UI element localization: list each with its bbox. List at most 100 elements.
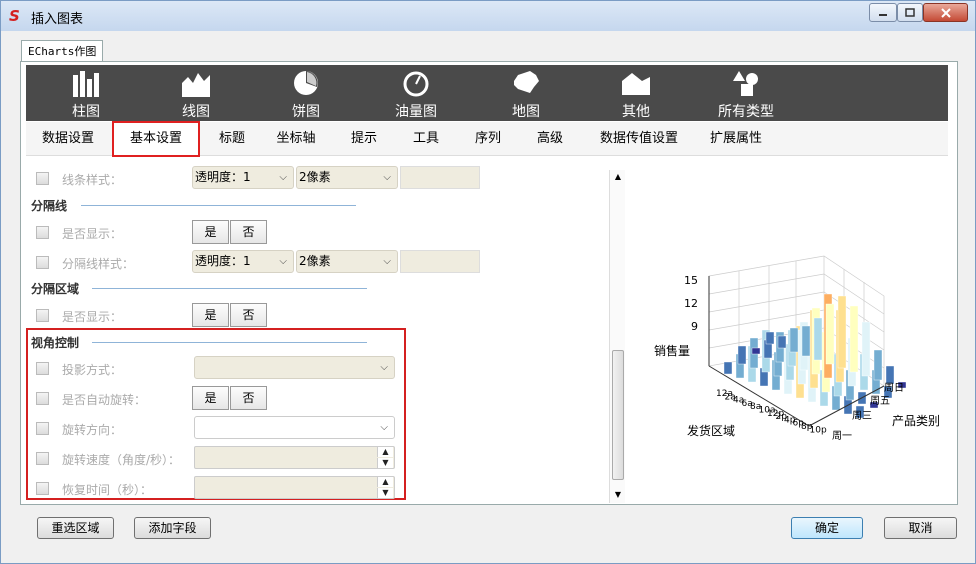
separator-style-row: 分隔线样式： 透明度：1 ⌵ 2像素 ⌵ <box>26 250 586 276</box>
bar <box>849 305 859 373</box>
ok-button[interactable]: 确定 <box>791 517 863 539</box>
tab-data-settings[interactable]: 数据设置 <box>36 122 100 156</box>
bar-chart-icon <box>73 71 99 97</box>
rotate-direction-select[interactable]: ⌵ <box>194 416 395 439</box>
bar <box>801 325 811 357</box>
bar <box>825 303 835 365</box>
line-width-select[interactable]: 2像素 ⌵ <box>296 166 398 189</box>
projection-checkbox[interactable] <box>36 362 49 375</box>
auto-rotate-row: 是否自动旋转： 是 否 <box>26 386 406 412</box>
line-color-field[interactable] <box>400 166 480 189</box>
separator-show-checkbox[interactable] <box>36 226 49 239</box>
rotate-direction-row: 旋转方向： ⌵ <box>26 416 406 442</box>
chart-type-bar-chart[interactable]: 柱图 <box>46 65 126 121</box>
chart-type-line-chart[interactable]: 线图 <box>156 65 236 121</box>
add-field-button[interactable]: 添加字段 <box>134 517 211 539</box>
auto-rotate-no-button[interactable]: 否 <box>230 386 267 410</box>
section-divider <box>92 342 367 343</box>
rotate-direction-checkbox[interactable] <box>36 422 49 435</box>
z-tick: 12 <box>684 297 698 310</box>
separator-width-select[interactable]: 2像素 ⌵ <box>296 250 398 273</box>
view-control-highlight <box>26 328 406 500</box>
cancel-button[interactable]: 取消 <box>884 517 957 539</box>
chart-type-other[interactable]: 其他 <box>596 65 676 121</box>
x-tick: 10p <box>810 425 827 435</box>
stepper-up-icon[interactable]: ▲ <box>377 477 393 487</box>
projection-row: 投影方式： ⌵ <box>26 356 406 382</box>
chevron-down-icon: ⌵ <box>383 172 391 183</box>
chart-type-pie-chart[interactable]: 饼图 <box>266 65 346 121</box>
scrollbar-thumb[interactable] <box>612 350 624 480</box>
z-axis-label: 销售量 <box>654 343 690 358</box>
line-style-checkbox[interactable] <box>36 172 49 185</box>
tab-series[interactable]: 序列 <box>468 122 508 156</box>
close-icon <box>940 7 951 18</box>
tab-data-transfer[interactable]: 数据传值设置 <box>594 122 684 156</box>
z-tick: 15 <box>684 274 698 287</box>
projection-select[interactable]: ⌵ <box>194 356 395 379</box>
separator-show-no-button[interactable]: 否 <box>230 220 267 244</box>
settings-tabs: 数据设置 基本设置 标题 坐标轴 提示 工具 序列 高级 数据传值设置 扩展属性 <box>26 121 948 157</box>
tab-title[interactable]: 标题 <box>210 122 254 156</box>
maximize-button[interactable] <box>897 3 923 22</box>
line-opacity-select[interactable]: 透明度：1 ⌵ <box>192 166 294 189</box>
chevron-down-icon: ⌵ <box>279 172 287 183</box>
bar <box>813 317 823 361</box>
area-show-no-button[interactable]: 否 <box>230 303 267 327</box>
bar <box>737 345 747 365</box>
y-tick: 周日 <box>884 382 904 394</box>
tab-advanced[interactable]: 高级 <box>530 122 570 156</box>
chart-preview: 15 12 9 销售量 周日 周五 周三 周一 产品类别 发货区域 12a 2a 4… <box>634 164 955 502</box>
tab-tools[interactable]: 工具 <box>406 122 446 156</box>
y-tick: 周一 <box>832 430 852 442</box>
shapes-icon <box>733 71 758 96</box>
tab-basic-settings[interactable]: 基本设置 <box>112 121 200 157</box>
stepper-down-icon[interactable]: ▼ <box>377 458 393 468</box>
window-title: 插入图表 <box>31 12 84 27</box>
tab-tooltip[interactable]: 提示 <box>344 122 384 156</box>
app-logo-icon: S <box>9 7 20 25</box>
pie-chart-icon <box>294 71 318 95</box>
stepper-down-icon[interactable]: ▼ <box>377 488 393 498</box>
stepper-up-icon[interactable]: ▲ <box>377 447 393 457</box>
settings-form: 线条样式： 透明度：1 ⌵ 2像素 ⌵ 分隔线 是否显示： 是 否 分隔线样式： 透… <box>26 158 626 502</box>
form-scrollbar[interactable]: ▲ ▼ <box>609 170 625 503</box>
separator-style-checkbox[interactable] <box>36 256 49 269</box>
chart-type-gauge[interactable]: 油量图 <box>376 65 456 121</box>
tab-echarts[interactable]: ECharts作图 <box>21 40 104 62</box>
auto-rotate-yes-button[interactable]: 是 <box>192 386 229 410</box>
chart-type-all[interactable]: 所有类型 <box>706 65 786 121</box>
rotate-speed-stepper[interactable]: ▲ ▼ <box>194 446 395 469</box>
restore-time-checkbox[interactable] <box>36 482 49 495</box>
scroll-up-icon[interactable]: ▲ <box>610 170 626 184</box>
line-style-row: 线条样式： 透明度：1 ⌵ 2像素 ⌵ <box>26 166 586 192</box>
scroll-down-icon[interactable]: ▼ <box>610 488 626 502</box>
separator-show-yes-button[interactable]: 是 <box>192 220 229 244</box>
area-show-yes-button[interactable]: 是 <box>192 303 229 327</box>
line-chart-icon <box>182 73 210 97</box>
y-axis-label: 产品类别 <box>892 414 940 428</box>
separator-color-field[interactable] <box>400 250 480 273</box>
bar3d-preview-chart: 15 12 9 销售量 周日 周五 周三 周一 产品类别 发货区域 12a2a4… <box>654 255 940 442</box>
tab-axis[interactable]: 坐标轴 <box>272 122 320 156</box>
chevron-down-icon: ⌵ <box>380 422 388 433</box>
section-divider <box>92 288 367 289</box>
minimize-button[interactable] <box>869 3 897 22</box>
bar <box>751 347 761 355</box>
map-icon <box>514 71 539 93</box>
chart-type-map[interactable]: 地图 <box>486 65 566 121</box>
close-button[interactable] <box>923 3 968 22</box>
area-show-row: 是否显示： 是 否 <box>26 303 586 329</box>
area-show-checkbox[interactable] <box>36 309 49 322</box>
rotate-speed-checkbox[interactable] <box>36 452 49 465</box>
auto-rotate-checkbox[interactable] <box>36 392 49 405</box>
restore-time-row: 恢复时间（秒）： ▲ ▼ <box>26 476 406 502</box>
reselect-area-button[interactable]: 重选区域 <box>37 517 114 539</box>
restore-time-stepper[interactable]: ▲ ▼ <box>194 476 395 499</box>
tab-extended[interactable]: 扩展属性 <box>706 122 766 156</box>
title-bar: S 插入图表 <box>1 1 975 31</box>
bar <box>885 365 895 385</box>
gauge-icon <box>403 71 429 97</box>
separator-opacity-select[interactable]: 透明度：1 ⌵ <box>192 250 294 273</box>
bar <box>873 349 883 381</box>
